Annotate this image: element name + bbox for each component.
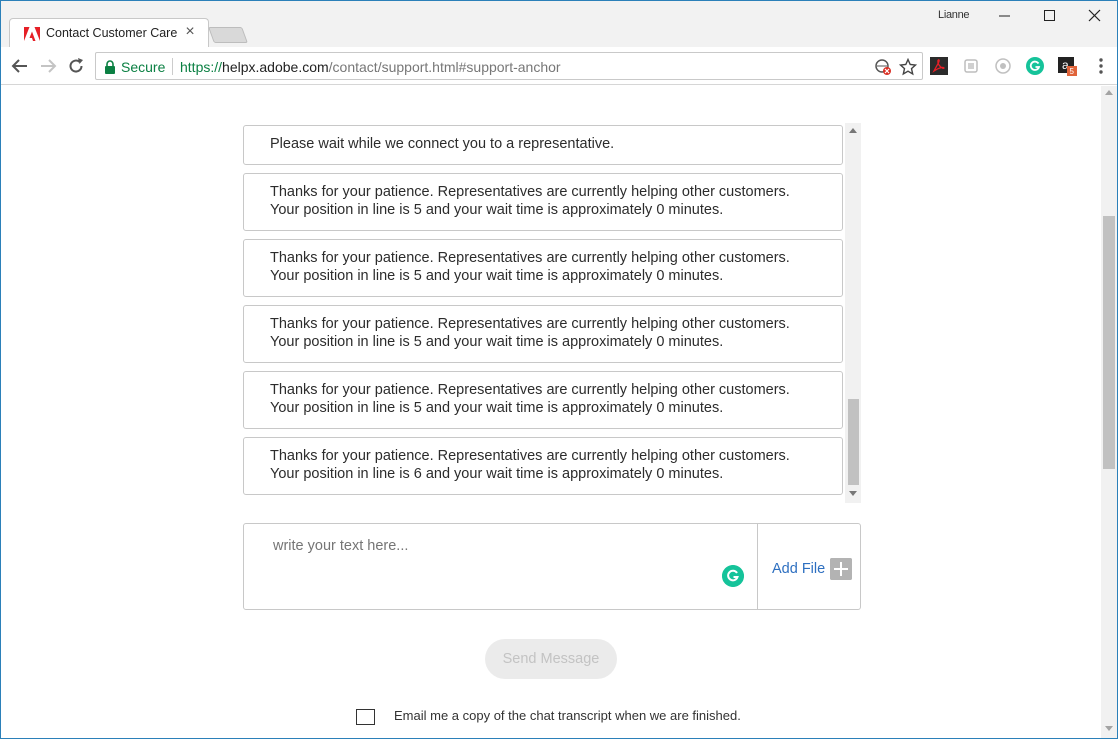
tab-contact-customer-care[interactable]: Contact Customer Care × — [9, 18, 209, 48]
tab-close-icon[interactable]: × — [182, 24, 198, 40]
secure-label: Secure — [121, 59, 166, 75]
tab-strip: Contact Customer Care × Lianne — [1, 1, 1117, 48]
compose-box: Add File — [243, 523, 861, 610]
message-line: Your position in line is 5 and your wait… — [270, 268, 724, 284]
maximize-icon — [1044, 10, 1055, 21]
address-bar[interactable]: Secure https://helpx.adobe.com/contact/s… — [95, 52, 923, 80]
amazon-icon[interactable]: a 5 — [1057, 56, 1077, 76]
scroll-down-arrow-icon[interactable] — [849, 491, 857, 496]
chat-transcript[interactable]: Please wait while we connect you to a re… — [242, 123, 861, 503]
message-line: Your position in line is 5 and your wait… — [270, 334, 724, 350]
browser-menu-icon[interactable] — [1091, 56, 1111, 76]
send-message-button[interactable]: Send Message — [485, 639, 617, 679]
tab-title: Contact Customer Care — [46, 26, 178, 40]
chat-message: Thanks for your patience. Representative… — [243, 305, 843, 363]
chat-scrollbar-thumb[interactable] — [848, 399, 859, 485]
blocked-content-icon[interactable] — [874, 58, 892, 76]
email-transcript-checkbox[interactable] — [356, 709, 375, 725]
close-window-button[interactable] — [1072, 1, 1117, 31]
message-line: Thanks for your patience. Representative… — [270, 448, 790, 464]
message-line: Your position in line is 5 and your wait… — [270, 400, 724, 416]
message-line: Thanks for your patience. Representative… — [270, 184, 790, 200]
chat-message: Please wait while we connect you to a re… — [243, 125, 843, 165]
page-scroll-down-icon[interactable] — [1105, 726, 1113, 731]
chat-message: Thanks for your patience. Representative… — [243, 371, 843, 429]
minimize-icon — [999, 15, 1010, 17]
url-scheme: https:// — [180, 59, 223, 75]
chat-message: Thanks for your patience. Representative… — [243, 239, 843, 297]
add-file-button[interactable]: Add File — [758, 524, 860, 609]
message-line: Your position in line is 5 and your wait… — [270, 202, 724, 218]
url-text: https://helpx.adobe.com/contact/support.… — [180, 59, 561, 75]
browser-toolbar: Secure https://helpx.adobe.com/contact/s… — [1, 47, 1117, 85]
page-scrollbar[interactable] — [1101, 86, 1117, 738]
maximize-button[interactable] — [1027, 1, 1072, 31]
add-file-label: Add File — [772, 561, 826, 577]
minimize-button[interactable] — [982, 1, 1027, 31]
grammarly-icon[interactable] — [722, 565, 744, 587]
bookmark-star-icon[interactable] — [899, 58, 917, 76]
new-tab-button[interactable] — [208, 27, 248, 43]
message-line: Please wait while we connect you to a re… — [270, 136, 615, 152]
extension-grey-icon[interactable] — [961, 56, 981, 76]
chat-message: Thanks for your patience. Representative… — [243, 437, 843, 495]
back-arrow-icon[interactable] — [10, 56, 30, 76]
plus-icon — [830, 558, 852, 580]
chat-message: Thanks for your patience. Representative… — [243, 173, 843, 231]
url-host: helpx.adobe.com — [222, 59, 329, 75]
address-separator — [172, 58, 173, 75]
adobe-acrobat-icon[interactable] — [929, 56, 949, 76]
extension-eye-icon[interactable] — [993, 56, 1013, 76]
email-transcript-label: Email me a copy of the chat transcript w… — [394, 708, 741, 723]
close-icon — [1088, 9, 1101, 22]
lock-icon — [105, 60, 115, 74]
grammarly-icon[interactable] — [1025, 56, 1045, 76]
scroll-up-arrow-icon[interactable] — [849, 128, 857, 133]
profile-name[interactable]: Lianne — [938, 9, 970, 21]
page-scrollbar-thumb[interactable] — [1103, 216, 1115, 469]
chat-scrollbar[interactable] — [845, 123, 861, 503]
url-path: /contact/support.html#support-anchor — [328, 59, 561, 75]
page-scroll-up-icon[interactable] — [1105, 90, 1113, 95]
amazon-badge-count: 5 — [1070, 67, 1075, 76]
forward-arrow-icon[interactable] — [38, 56, 58, 76]
adobe-logo-icon — [24, 27, 40, 41]
reload-icon[interactable] — [66, 56, 86, 76]
message-line: Thanks for your patience. Representative… — [270, 382, 790, 398]
page-content: Please wait while we connect you to a re… — [1, 86, 1101, 738]
message-line: Your position in line is 6 and your wait… — [270, 466, 724, 482]
message-line: Thanks for your patience. Representative… — [270, 250, 790, 266]
message-input[interactable] — [244, 524, 757, 609]
browser-window: Contact Customer Care × Lianne Secure ht… — [0, 0, 1118, 739]
message-line: Thanks for your patience. Representative… — [270, 316, 790, 332]
